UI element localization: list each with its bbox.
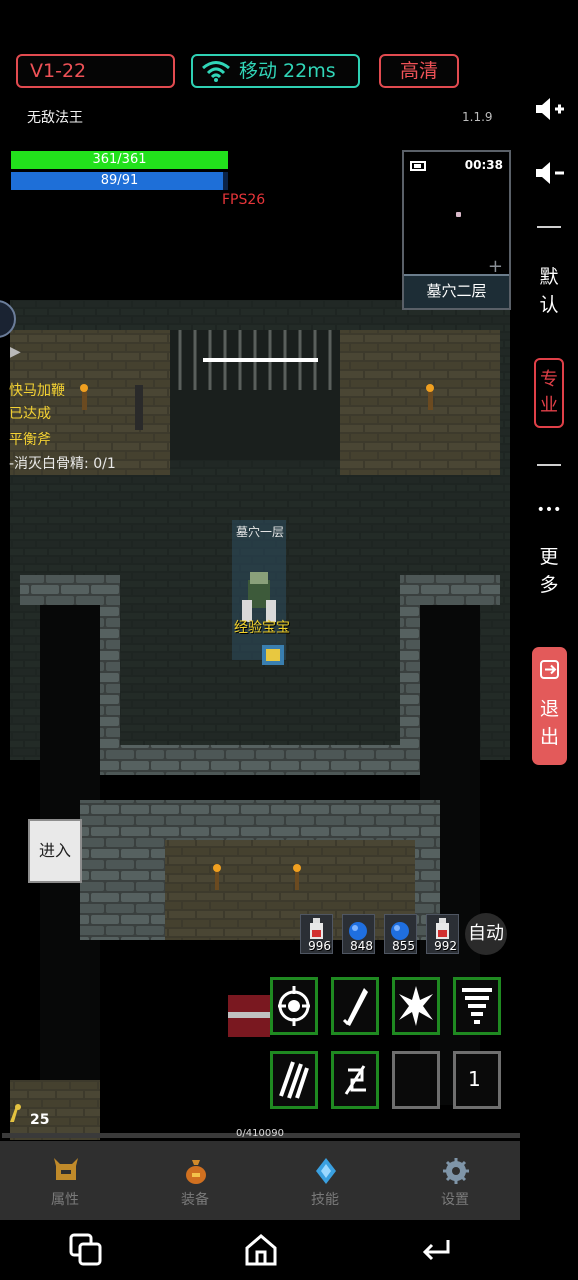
player-name: 无敌法王	[27, 110, 83, 126]
menu-skills-label: 技能	[311, 1192, 339, 1208]
potion-slot-2[interactable]: 848	[342, 914, 375, 954]
quest-collapse-arrow-icon[interactable]: ▶	[10, 344, 21, 360]
quest-status: 已达成	[9, 406, 51, 422]
gate-marker	[203, 358, 318, 362]
wifi-icon	[202, 61, 230, 82]
potion-slot-4[interactable]: 992	[426, 914, 459, 954]
menu-skills[interactable]: 技能	[260, 1141, 390, 1220]
version-badge: V1-22	[16, 54, 175, 88]
potion-count-1: 996	[308, 939, 331, 953]
menu-settings[interactable]: 设置	[390, 1141, 520, 1220]
volume-down-icon[interactable]	[534, 160, 566, 186]
auto-battle-button[interactable]: 自动	[465, 913, 507, 955]
quality-button[interactable]: 高清	[379, 54, 459, 88]
explosion-skill-icon	[399, 986, 433, 1026]
menu-attributes[interactable]: 属性	[0, 1141, 130, 1220]
default-mode-label-2[interactable]: 认	[520, 293, 578, 318]
network-status-badge: 移动 22ms	[191, 54, 360, 88]
skill-slot-4[interactable]	[453, 977, 501, 1035]
pro-mode-label-1: 专	[540, 369, 558, 390]
default-mode-label-1[interactable]: 默	[520, 265, 578, 290]
exp-text: 0/410090	[236, 1128, 284, 1139]
quest-title[interactable]: 快马加鞭	[9, 380, 65, 400]
player-marker-icon	[456, 212, 461, 217]
skill-slot-2[interactable]	[331, 977, 379, 1035]
game-version: 1.1.9	[462, 110, 493, 124]
player-level: 25	[30, 1112, 50, 1128]
enter-button[interactable]: 进入	[28, 819, 82, 883]
crystal-icon	[316, 1158, 336, 1184]
minimap-time: 00:38	[464, 158, 503, 172]
bag-icon	[186, 1160, 206, 1184]
skill-slot-1[interactable]	[270, 977, 318, 1035]
menu-settings-label: 设置	[441, 1192, 469, 1208]
volume-up-icon[interactable]	[534, 96, 566, 122]
exit-label-2: 出	[539, 726, 559, 748]
quest-task: -消灭白骨精: 0/1	[9, 456, 116, 472]
pet-name-label: 经验宝宝	[234, 620, 290, 636]
fps-counter: FPS26	[222, 192, 266, 208]
potion-count-3: 855	[392, 939, 415, 953]
rail-divider	[537, 226, 561, 228]
system-navigation-bar	[0, 1220, 578, 1280]
rune-skill-icon	[344, 1065, 366, 1095]
gear-icon	[443, 1158, 469, 1184]
exit-icon	[540, 660, 559, 679]
quest-name[interactable]: 平衡斧	[9, 429, 51, 449]
skill-slot-5[interactable]	[270, 1051, 318, 1109]
slash-skill-icon	[342, 988, 368, 1026]
pro-mode-label-2: 业	[540, 395, 558, 416]
quality-label: 高清	[399, 60, 438, 82]
more-dots-icon[interactable]: •••	[520, 498, 578, 523]
version-label: V1-22	[30, 60, 87, 82]
menu-attributes-label: 属性	[51, 1192, 79, 1208]
skill-slot-count[interactable]: 1	[453, 1051, 501, 1109]
more-label-1[interactable]: 更	[520, 545, 578, 570]
right-side-rail: 默 认 专 业 ••• 更 多 退 出	[520, 0, 578, 1220]
battery-icon	[410, 161, 426, 171]
skill-slot-count-label: 1	[468, 1067, 481, 1091]
tornado-skill-icon	[462, 988, 492, 1024]
claw-skill-icon	[279, 1061, 309, 1099]
mp-bar: 89/91	[11, 172, 228, 190]
home-icon[interactable]	[243, 1232, 279, 1268]
pro-mode-button[interactable]: 专 业	[534, 358, 564, 428]
skill-slot-3[interactable]	[392, 977, 440, 1035]
minimap-floor-name: 墓穴二层	[404, 274, 509, 308]
potion-count-4: 992	[434, 939, 457, 953]
potion-slot-1[interactable]: 996	[300, 914, 333, 954]
recent-apps-icon[interactable]	[68, 1232, 104, 1268]
menu-equipment[interactable]: 装备	[130, 1141, 260, 1220]
more-label-2[interactable]: 多	[520, 573, 578, 598]
floor-label: 墓穴一层	[236, 525, 285, 539]
shield-burst-skill-icon	[278, 986, 310, 1026]
potion-count-2: 848	[350, 939, 373, 953]
level-icon	[10, 1104, 21, 1122]
skill-slot-empty[interactable]	[392, 1051, 440, 1109]
exit-button[interactable]: 退 出	[532, 647, 567, 765]
exit-label-1: 退	[539, 698, 559, 720]
menu-equipment-label: 装备	[181, 1192, 209, 1208]
network-label: 移动 22ms	[239, 60, 336, 82]
rail-divider	[537, 464, 561, 466]
hp-bar: 361/361	[11, 151, 228, 169]
potion-slot-3[interactable]: 855	[384, 914, 417, 954]
back-icon[interactable]	[418, 1232, 454, 1268]
hp-text: 361/361	[92, 152, 147, 167]
mp-text: 89/91	[100, 173, 139, 188]
bottom-menu: 属性 装备 技能 设置	[0, 1141, 520, 1220]
skill-slot-6[interactable]	[331, 1051, 379, 1109]
minimap[interactable]: 00:38 + 墓穴二层	[402, 150, 511, 310]
helmet-icon	[54, 1158, 78, 1180]
